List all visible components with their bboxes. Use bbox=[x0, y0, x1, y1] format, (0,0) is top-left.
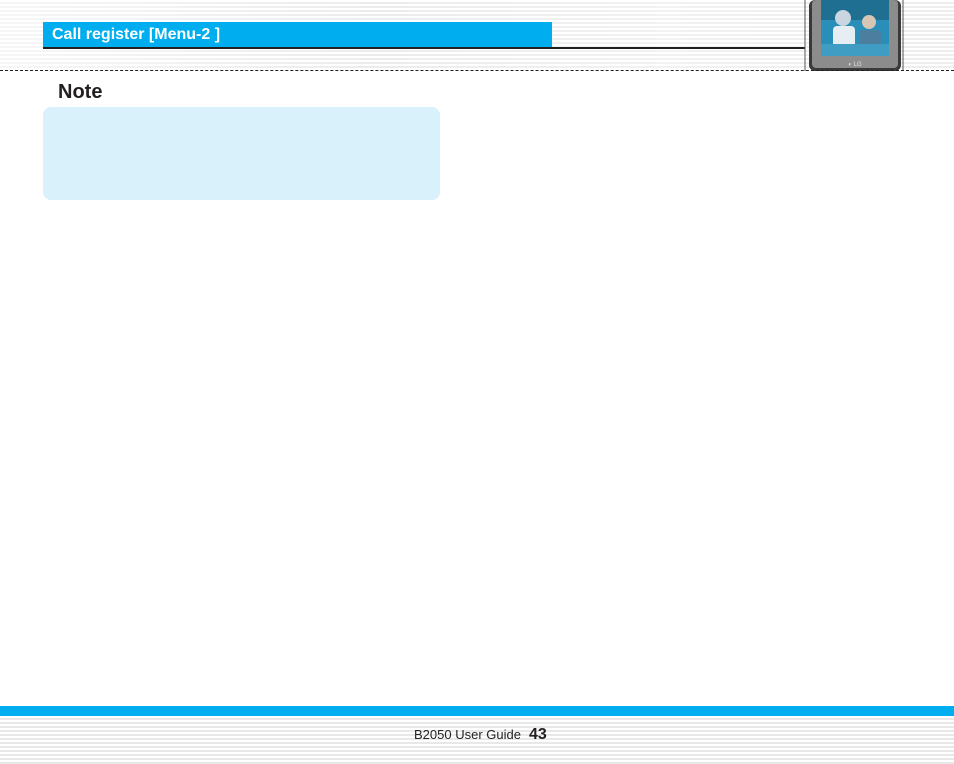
section-title: Call register [Menu-2 ] bbox=[43, 22, 552, 47]
footer-accent-bar bbox=[0, 706, 954, 716]
svg-text:◐ LG: ◐ LG bbox=[848, 62, 862, 68]
footer: B2050 User Guide 43 bbox=[414, 726, 547, 744]
dashed-rule bbox=[0, 70, 954, 71]
note-box bbox=[43, 107, 440, 200]
phone-image: ◐ LG bbox=[804, 0, 904, 71]
page-number: 43 bbox=[528, 726, 547, 743]
guide-label: B2050 User Guide bbox=[414, 727, 521, 742]
note-heading: Note bbox=[58, 81, 103, 103]
title-rule bbox=[43, 47, 805, 49]
